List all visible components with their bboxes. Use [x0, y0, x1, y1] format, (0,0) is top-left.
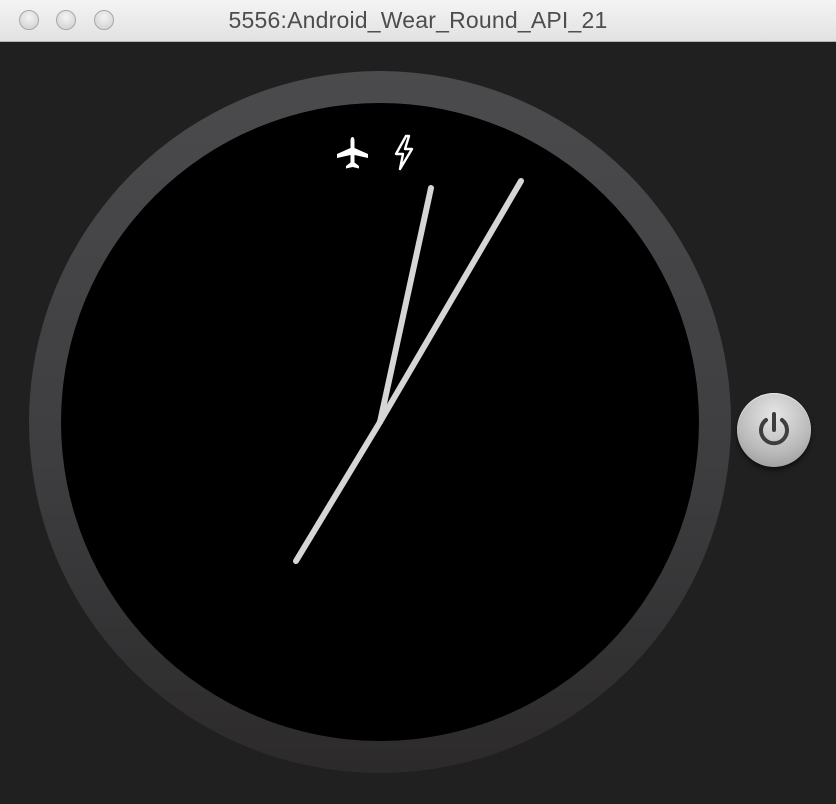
power-icon	[759, 412, 789, 446]
window-title: 5556:Android_Wear_Round_API_21	[228, 7, 608, 33]
power-button[interactable]	[737, 393, 811, 467]
title-bar: 5556:Android_Wear_Round_API_21	[0, 0, 836, 42]
emulator-window: 5556:Android_Wear_Round_API_21	[0, 0, 836, 804]
emulator-content	[0, 42, 836, 804]
watch-screen[interactable]	[0, 42, 836, 804]
